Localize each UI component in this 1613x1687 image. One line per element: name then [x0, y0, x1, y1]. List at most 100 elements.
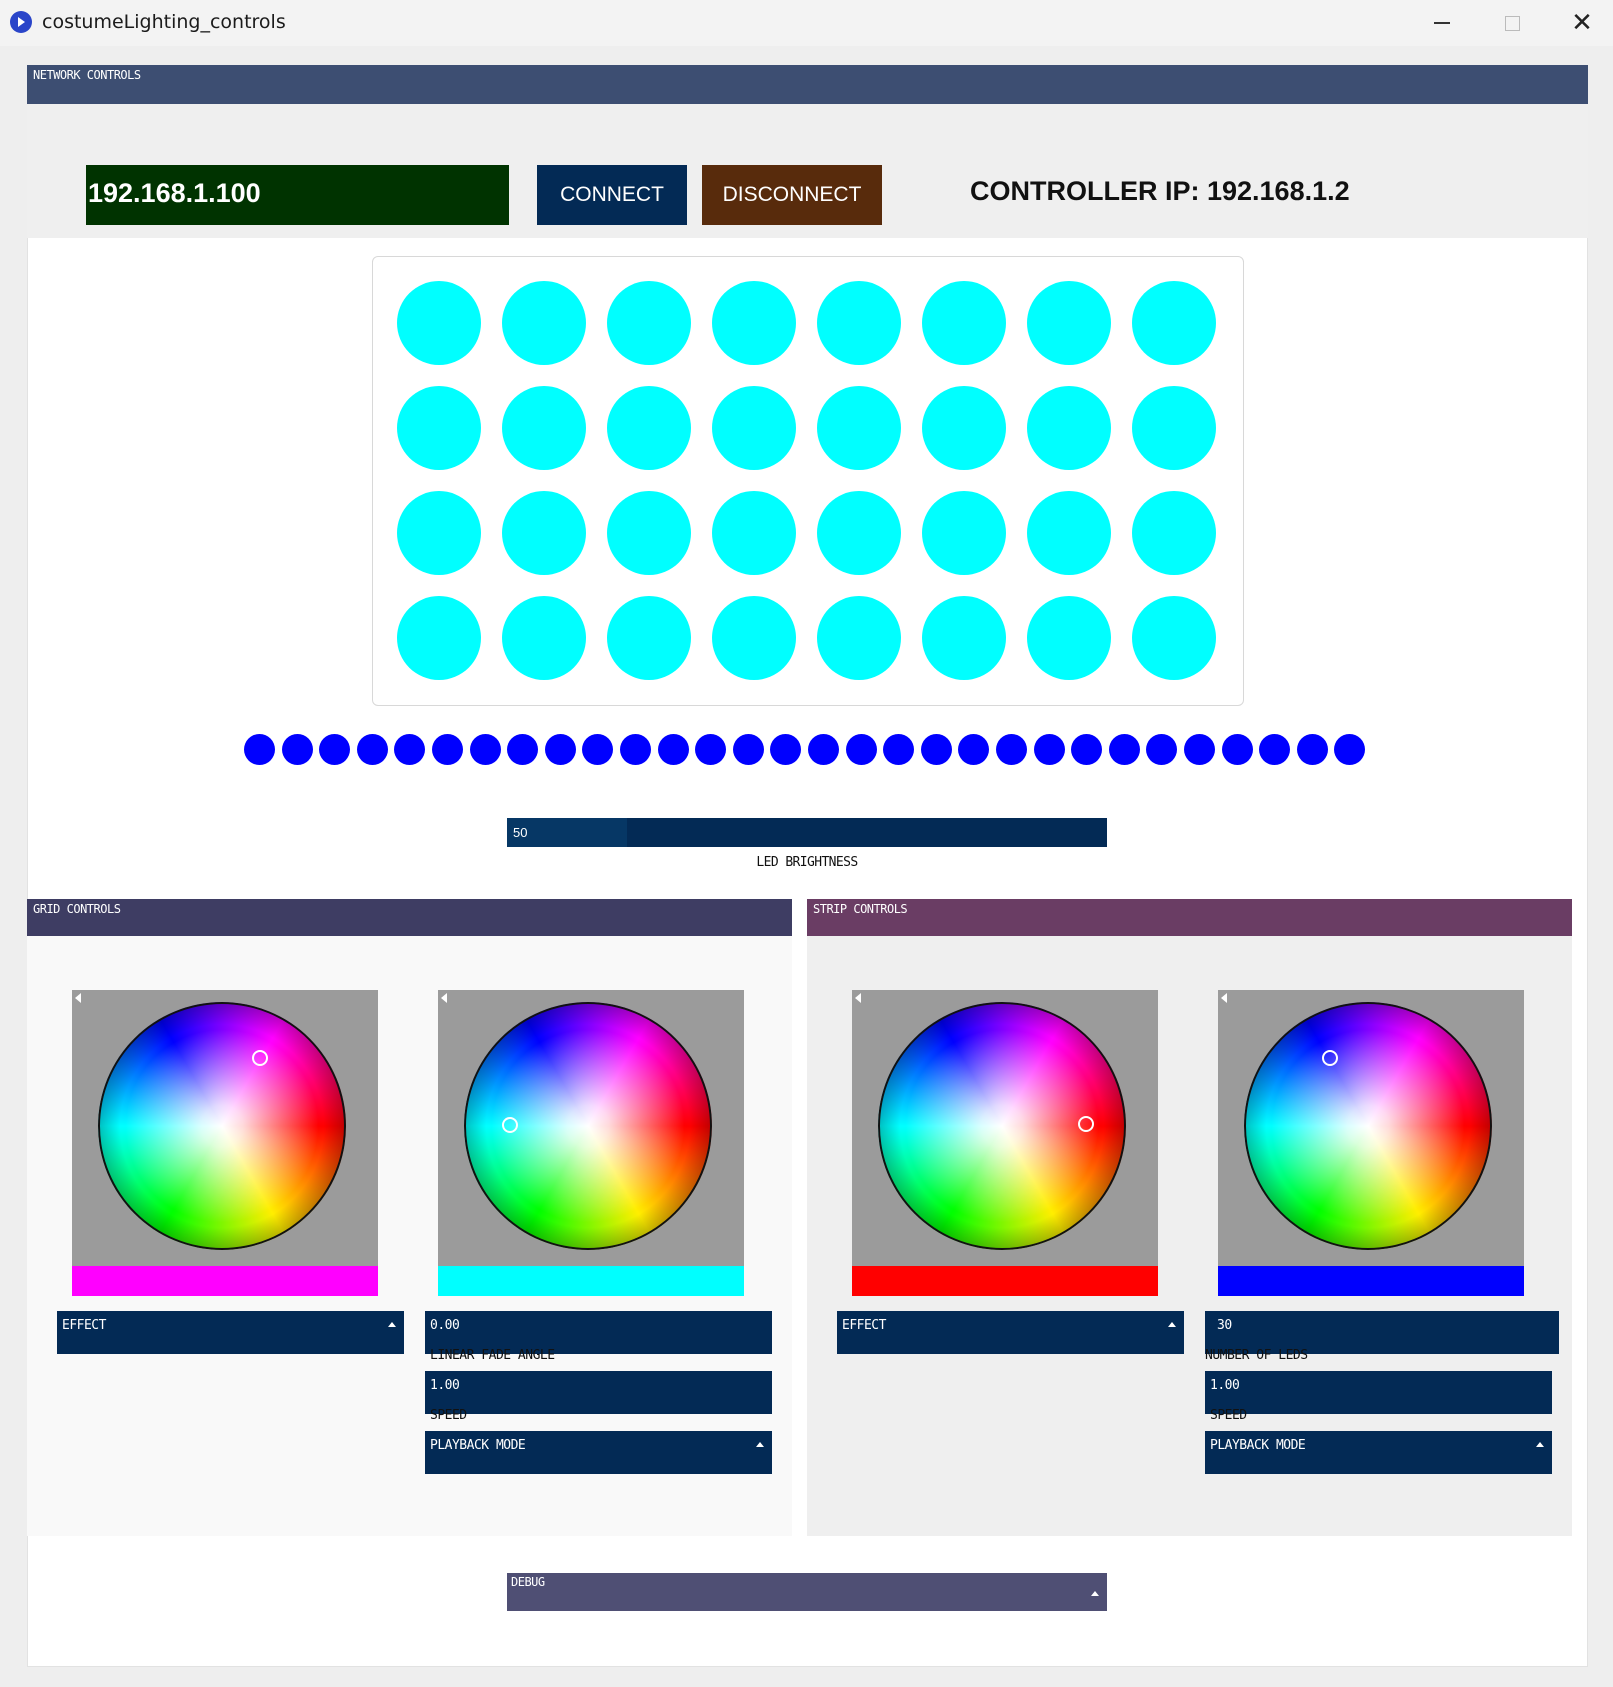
grid-controls-body: EFFECT 0.00 LINEAR FADE ANGLE 1.00 SPEED…: [27, 936, 792, 1536]
strip-speed-field[interactable]: 1.00: [1205, 1371, 1552, 1414]
grid-speed-field[interactable]: 1.00: [425, 1371, 772, 1414]
strip-controls-header[interactable]: STRIP CONTROLS: [807, 899, 1572, 936]
strip-led: [1033, 734, 1065, 765]
strip-controls-body: EFFECT 30 NUMBER OF LEDS 1.00 SPEED PLAY…: [807, 936, 1572, 1536]
minimize-button[interactable]: [1407, 0, 1477, 46]
grid-led: [817, 596, 901, 680]
minimize-icon: [1434, 22, 1450, 24]
strip-color-picker-1[interactable]: [852, 990, 1158, 1296]
number-of-leds-value: 30: [1217, 1318, 1232, 1333]
grid-led: [397, 281, 481, 365]
strip-speed-label: SPEED: [1210, 1408, 1247, 1423]
debug-dropdown[interactable]: DEBUG: [507, 1573, 1107, 1611]
strip-led: [920, 734, 952, 765]
led-strip-preview: [240, 734, 1370, 766]
maximize-button[interactable]: [1477, 0, 1547, 46]
selected-color-swatch: [72, 1266, 378, 1296]
grid-color-picker-1[interactable]: [72, 990, 378, 1296]
color-selector-marker[interactable]: [1322, 1050, 1338, 1066]
strip-led: [808, 734, 839, 765]
close-button[interactable]: ✕: [1547, 0, 1613, 46]
strip-led: [319, 734, 351, 765]
strip-color-picker-2[interactable]: [1218, 990, 1524, 1296]
grid-led: [607, 386, 691, 470]
strip-led: [1296, 734, 1328, 765]
dropdown-arrow-icon: [756, 1442, 764, 1447]
grid-controls-title: GRID CONTROLS: [33, 902, 121, 916]
linear-fade-angle-value: 0.00: [430, 1318, 460, 1333]
close-icon: ✕: [1571, 8, 1593, 38]
grid-speed-label: SPEED: [430, 1408, 467, 1423]
grid-led: [397, 386, 481, 470]
grid-led: [712, 386, 796, 470]
grid-led: [1027, 491, 1111, 575]
color-selector-marker[interactable]: [1078, 1116, 1094, 1132]
led-grid-preview: [372, 256, 1244, 706]
strip-led: [883, 734, 915, 765]
dropdown-arrow-icon: [388, 1322, 396, 1327]
grid-led: [1132, 491, 1216, 575]
grid-playback-mode-dropdown[interactable]: PLAYBACK MODE: [425, 1431, 772, 1474]
strip-led: [1221, 734, 1253, 765]
disconnect-button[interactable]: DISCONNECT: [702, 165, 882, 225]
app-icon: [10, 11, 32, 33]
grid-led: [922, 386, 1006, 470]
grid-led: [607, 281, 691, 365]
strip-playback-mode-dropdown[interactable]: PLAYBACK MODE: [1205, 1431, 1552, 1474]
strip-led: [544, 734, 576, 765]
strip-led: [582, 734, 614, 765]
strip-playback-mode-label: PLAYBACK MODE: [1210, 1438, 1306, 1453]
strip-led: [432, 734, 463, 765]
grid-led: [922, 596, 1006, 680]
strip-effect-dropdown[interactable]: EFFECT: [837, 1311, 1184, 1354]
color-selector-marker[interactable]: [502, 1117, 518, 1133]
grid-led: [502, 386, 586, 470]
collapse-arrow-icon[interactable]: [855, 993, 861, 1003]
brightness-value: 50: [513, 825, 528, 840]
grid-led: [922, 491, 1006, 575]
led-brightness-slider[interactable]: 50: [507, 818, 1107, 847]
window-title: costumeLighting_controls: [42, 11, 286, 33]
ip-address-input[interactable]: 192.168.1.100: [86, 165, 509, 225]
strip-led: [1146, 734, 1178, 765]
selected-color-swatch: [438, 1266, 744, 1296]
strip-led: [469, 734, 501, 765]
grid-speed-value: 1.00: [430, 1378, 460, 1393]
color-wheel[interactable]: [98, 1002, 346, 1250]
grid-led: [397, 491, 481, 575]
number-of-leds-label: NUMBER OF LEDS: [1205, 1348, 1308, 1363]
collapse-arrow-icon[interactable]: [441, 993, 447, 1003]
maximize-icon: [1504, 15, 1520, 31]
grid-led: [712, 596, 796, 680]
network-panel-header[interactable]: NETWORK CONTROLS: [27, 65, 1588, 104]
strip-led: [507, 734, 539, 765]
brightness-label: LED BRIGHTNESS: [756, 855, 858, 870]
strip-led: [996, 734, 1027, 765]
selected-color-swatch: [1218, 1266, 1524, 1296]
connect-button[interactable]: CONNECT: [537, 165, 687, 225]
strip-controls-title: STRIP CONTROLS: [813, 902, 908, 916]
network-panel-title: NETWORK CONTROLS: [33, 68, 141, 82]
color-wheel[interactable]: [1244, 1002, 1492, 1250]
strip-led: [356, 734, 388, 765]
grid-led: [397, 596, 481, 680]
grid-color-picker-2[interactable]: [438, 990, 744, 1296]
color-selector-marker[interactable]: [252, 1050, 268, 1066]
strip-led: [1259, 734, 1291, 765]
grid-controls-header[interactable]: GRID CONTROLS: [27, 899, 792, 936]
grid-led: [922, 281, 1006, 365]
collapse-arrow-icon[interactable]: [75, 993, 81, 1003]
grid-led: [1132, 281, 1216, 365]
strip-led: [281, 734, 313, 765]
strip-led: [958, 734, 990, 765]
debug-label: DEBUG: [511, 1575, 545, 1589]
strip-led: [657, 734, 689, 765]
grid-led: [1027, 386, 1111, 470]
grid-effect-dropdown[interactable]: EFFECT: [57, 1311, 404, 1354]
collapse-arrow-icon[interactable]: [1221, 993, 1227, 1003]
strip-led: [394, 734, 426, 765]
grid-led: [502, 596, 586, 680]
dropdown-arrow-icon: [1168, 1322, 1176, 1327]
grid-led: [817, 491, 901, 575]
strip-led: [620, 734, 651, 765]
